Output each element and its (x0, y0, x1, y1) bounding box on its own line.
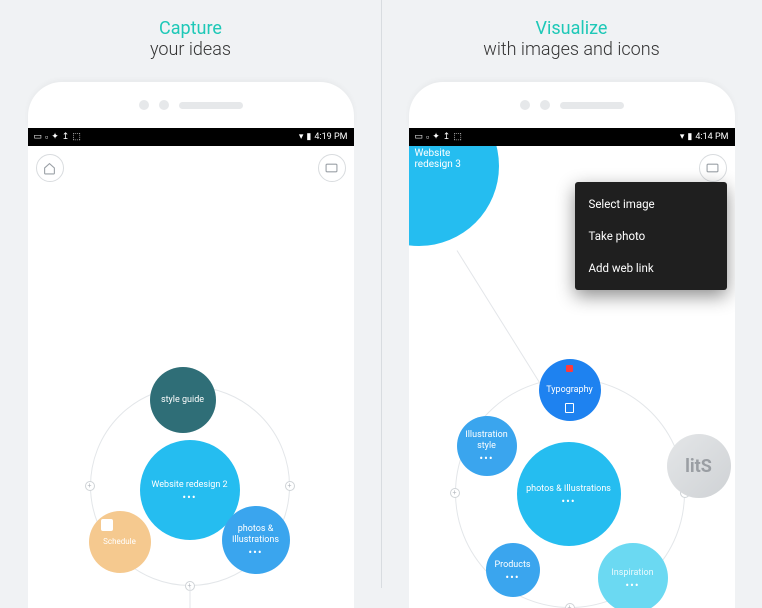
node-label: Products (494, 560, 530, 571)
status-bar: ▭ ▫ ✦ ↥ ⬚ ▾ ▮ 4:14 PM (409, 128, 735, 146)
battery-icon: ▮ (306, 132, 311, 142)
ellipsis-icon: ••• (505, 575, 519, 581)
notification-icon: ▭ (415, 132, 424, 142)
notification-icon: ▫ (45, 132, 48, 143)
node-label: Schedule (103, 537, 136, 547)
headline-rest: with images and icons (483, 39, 660, 60)
ellipsis-icon: ••• (625, 583, 639, 589)
notification-icon: ▫ (426, 132, 429, 143)
warning-icon (566, 365, 573, 372)
notification-icon: ↥ (443, 132, 451, 142)
node-illustration-style[interactable]: Illustration style ••• (457, 416, 517, 476)
clock-text: 4:14 PM (695, 132, 728, 142)
wifi-icon: ▾ (680, 132, 685, 142)
node-label: photos & Illustrations (526, 484, 611, 495)
left-headline: Capture your ideas (150, 18, 231, 60)
node-external[interactable]: litS (667, 434, 731, 498)
node-products[interactable]: Products ••• (486, 543, 540, 597)
app-screen: Website redesign 3 Select image Take pho… (409, 146, 735, 608)
node-label: Inspiration (611, 568, 653, 579)
sensor-icon (159, 100, 169, 110)
phone-bezel (409, 82, 735, 128)
trash-icon[interactable] (565, 403, 574, 413)
notification-icon: ⬚ (72, 132, 81, 142)
speaker-grille (179, 102, 243, 109)
status-bar: ▭ ▫ ✦ ↥ ⬚ ▾ ▮ 4:19 PM (28, 128, 354, 146)
node-label: Website redesign 3 (415, 148, 489, 170)
phone-mockup-left: ▭ ▫ ✦ ↥ ⬚ ▾ ▮ 4:19 PM (28, 82, 354, 608)
right-headline: Visualize with images and icons (483, 18, 660, 60)
menu-select-image[interactable]: Select image (575, 188, 727, 220)
context-menu: Select image Take photo Add web link (575, 182, 727, 290)
node-center[interactable]: photos & Illustrations ••• (517, 442, 621, 546)
notification-icon: ✦ (432, 132, 440, 142)
home-icon (43, 162, 56, 175)
sensor-icon (520, 100, 530, 110)
node-label: photos & Illustrations (222, 524, 290, 546)
battery-icon: ▮ (687, 132, 692, 142)
wifi-icon: ▾ (299, 132, 304, 142)
card-button[interactable] (699, 154, 727, 182)
phone-mockup-right: ▭ ▫ ✦ ↥ ⬚ ▾ ▮ 4:14 PM Website redesign 3 (409, 82, 735, 608)
card-icon (325, 163, 338, 173)
add-node-handle[interactable]: + (565, 603, 575, 608)
notification-icon: ⬚ (453, 132, 462, 142)
node-label: Typography (546, 385, 593, 396)
menu-take-photo[interactable]: Take photo (575, 220, 727, 252)
notification-icon: ↥ (62, 132, 70, 142)
left-panel: Capture your ideas ▭ ▫ ✦ ↥ ⬚ ▾ ▮ 4:19 PM (0, 0, 381, 588)
add-node-handle[interactable]: + (85, 481, 95, 491)
node-label: litS (685, 456, 712, 477)
calendar-icon (101, 519, 113, 531)
sensor-icon (540, 100, 550, 110)
ellipsis-icon: ••• (479, 456, 493, 462)
notification-icon: ✦ (51, 132, 59, 142)
app-screen: + + + + style guide Website redesign 2 •… (28, 146, 354, 608)
card-icon (706, 163, 719, 173)
connector-line (189, 587, 190, 608)
node-photos[interactable]: photos & Illustrations ••• (222, 506, 290, 574)
node-typography[interactable]: Typography (539, 359, 601, 421)
ellipsis-icon: ••• (182, 495, 196, 501)
add-node-handle[interactable]: + (285, 481, 295, 491)
speaker-grille (560, 102, 624, 109)
clock-text: 4:19 PM (314, 132, 347, 142)
node-style-guide[interactable]: style guide (150, 367, 216, 433)
node-label: Illustration style (457, 430, 517, 452)
menu-add-web-link[interactable]: Add web link (575, 252, 727, 284)
sensor-icon (139, 100, 149, 110)
phone-bezel (28, 82, 354, 128)
add-node-handle[interactable]: + (450, 488, 460, 498)
node-label: Website redesign 2 (151, 480, 227, 491)
ellipsis-icon: ••• (248, 550, 262, 556)
card-button[interactable] (318, 154, 346, 182)
right-panel: Visualize with images and icons ▭ ▫ ✦ ↥ … (381, 0, 762, 588)
node-label: style guide (161, 395, 204, 406)
node-schedule[interactable]: Schedule (89, 511, 151, 573)
ellipsis-icon: ••• (561, 499, 575, 505)
notification-icon: ▭ (34, 132, 43, 142)
node-inspiration[interactable]: Inspiration ••• (598, 543, 668, 608)
home-button[interactable] (36, 154, 64, 182)
headline-rest: your ideas (150, 39, 231, 60)
headline-accent: Capture (159, 18, 222, 39)
headline-accent: Visualize (536, 18, 608, 39)
